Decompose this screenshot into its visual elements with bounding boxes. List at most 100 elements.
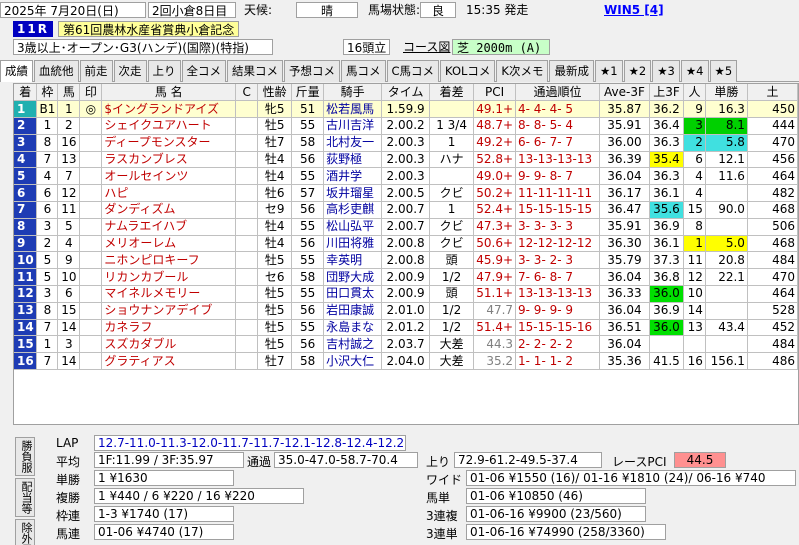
table-row[interactable]: 16 7 14 グラティアス 牡7 58 小沢大仁 2.04.0 大差 35.2 1- 1- 1- … [14,352,798,371]
col-popularity[interactable]: 人 [683,84,706,102]
race-conditions: 3歳以上･オープン･G3(ハンデ)(国際)(特指) [13,39,273,55]
row-popularity: 2 [683,134,706,152]
tab-c-horse-comments[interactable]: C馬コメ [386,60,440,82]
tab-star2[interactable]: ★2 [623,60,652,82]
row-last3f: 36.1 [649,184,684,203]
row-c [235,285,259,303]
table-row[interactable]: 1 B1 1 ◎ $イングランドアイズ 牝5 51 松若風馬 1.59.9 49.1+ 4- 4- … [14,100,798,119]
col-weight[interactable]: 斤量 [291,84,325,102]
row-margin: 大差 [429,335,475,354]
row-pos: 16 [14,352,38,371]
row-jockey: 松山弘平 [323,218,383,236]
row-weight: 55 [291,117,325,135]
col-pci[interactable]: PCI [473,84,517,102]
row-pos: 10 [14,251,38,270]
tab-agari[interactable]: 上り [147,60,181,82]
col-ave3f[interactable]: Ave-3F [599,84,650,102]
tab-star1[interactable]: ★1 [594,60,623,82]
side-tab-silks[interactable]: 勝負服 [15,437,35,476]
row-c [235,335,259,354]
col-c[interactable]: C [235,84,259,102]
table-row[interactable]: 5 4 7 オールセインツ 牡4 55 酒井学 2.00.3 49.0+ 9- 9- 8- 7 36… [14,167,798,186]
tab-results[interactable]: 成績 [0,60,33,82]
pace-label: 通過 [247,455,272,469]
table-row[interactable]: 15 1 3 スズカダブル 牡5 56 吉村誠之 2.03.7 大差 44.3 2- 2- 2- 2… [14,335,798,354]
row-horse-name: スズカダブル [101,335,237,354]
weather-value: 晴 [296,2,358,18]
row-sex-age: 牝5 [257,100,293,119]
table-row[interactable]: 14 7 14 カネラフ 牡5 55 永島まな 2.01.2 1/2 51.4+ 15-15-15-… [14,319,798,337]
col-pos[interactable]: 着 [14,84,38,102]
tab-next-race[interactable]: 次走 [113,60,147,82]
table-row[interactable]: 9 2 4 メリオーレム 牡4 56 川田将雅 2.00.8 クビ 50.6+ 12-12-12-1… [14,235,798,253]
row-sex-age: 牡4 [257,151,293,169]
row-weight: 55 [291,251,325,270]
tab-star3[interactable]: ★3 [652,60,680,82]
row-extra: 464 [747,285,798,303]
tab-kol-comments[interactable]: KOLコメ [440,60,496,82]
race-name: 第61回農林水産省賞典小倉記念 [58,21,240,37]
race-number: 11R [13,21,53,37]
course-map-link[interactable]: コース図 [403,39,450,55]
tab-star4[interactable]: ★4 [680,60,709,82]
col-name[interactable]: 馬 名 [101,84,237,102]
row-mark [79,235,103,253]
row-ave3f: 36.04 [599,268,650,287]
col-sex-age[interactable]: 性齢 [257,84,293,102]
row-passing: 15-15-15-15 [515,201,600,219]
table-row[interactable]: 13 8 15 ショウナンアデイブ 牡5 56 岩田康誠 2.01.0 1/2 47.7 9- 9-… [14,302,798,320]
col-num[interactable]: 馬 [57,84,81,102]
table-row[interactable]: 10 5 9 ニホンピロキーフ 牡5 55 幸英明 2.00.8 頭 45.9+ 3- 3- 2- … [14,251,798,270]
row-margin: クビ [429,235,475,253]
tab-prediction-comments[interactable]: 予想コメ [284,60,340,82]
table-row[interactable]: 3 8 16 ディープモンスター 牡7 58 北村友一 2.00.3 1 49.2+ 6- 6- 7… [14,134,798,152]
tab-k-next-memo[interactable]: K次メモ [496,60,549,82]
row-ave3f: 36.47 [599,201,650,219]
table-row[interactable]: 7 6 11 ダンディズム セ9 56 高杉吏麒 2.00.7 1 52.4+ 15-15-15-1… [14,201,798,219]
col-time[interactable]: タイム [381,84,431,102]
row-c [235,117,259,135]
tab-pedigree[interactable]: 血統他 [34,60,79,82]
row-time: 2.00.8 [381,235,431,253]
col-extra[interactable]: 土 [747,84,798,102]
row-weight: 56 [291,201,325,219]
row-pos: 3 [14,134,38,152]
row-sex-age: 牡5 [257,251,293,270]
win5-link[interactable]: WIN5 [4] [604,2,664,18]
tab-star5[interactable]: ★5 [709,60,738,82]
tab-prev-race[interactable]: 前走 [79,60,113,82]
row-last3f: 36.3 [649,134,684,152]
col-margin[interactable]: 着差 [429,84,475,102]
col-passing[interactable]: 通過順位 [515,84,600,102]
row-odds: 8.1 [705,117,748,135]
col-waku[interactable]: 枠 [36,84,59,102]
row-extra: 486 [747,352,798,371]
table-row[interactable]: 12 3 6 マイネルメモリー 牡5 55 田口貫太 2.00.9 頭 51.1+ 13-13-13… [14,285,798,303]
row-mark [79,268,103,287]
row-pci: 50.6+ [473,235,517,253]
table-row[interactable]: 11 5 10 リカンカブール セ6 58 団野大成 2.00.9 1/2 47.9+ 7- 6- … [14,268,798,287]
col-last3f[interactable]: 上3F [649,84,684,102]
agari-label: 上り [426,455,451,469]
table-row[interactable]: 4 7 13 ラスカンブレス 牡4 56 荻野極 2.00.3 ハナ 52.8+ 13-13-13-… [14,151,798,169]
tab-latest[interactable]: 最新成 [549,60,594,82]
row-odds: 43.4 [705,319,748,337]
col-mark[interactable]: 印 [79,84,103,102]
wide-payout: 01-06 ¥1550 (16)/ 01-16 ¥1810 (24)/ 06-1… [466,470,796,486]
tab-horse-comments[interactable]: 馬コメ [341,60,386,82]
agari-value: 72.9-61.2-49.5-37.4 [454,452,602,468]
col-jockey[interactable]: 騎手 [323,84,383,102]
side-tab-scratched[interactable]: 除外馬 [15,519,35,545]
row-pci: 49.0+ [473,167,517,186]
col-odds[interactable]: 単勝 [705,84,748,102]
row-jockey: 岩田康誠 [323,302,383,320]
table-row[interactable]: 2 1 2 シェイクユアハート 牡5 55 古川吉洋 2.00.2 1 3/4 48.7+ 8- 8… [14,117,798,135]
row-popularity: 14 [683,302,706,320]
table-row[interactable]: 8 3 5 ナムラエイハブ 牡4 55 松山弘平 2.00.7 クビ 47.3+ 3- 3- 3- … [14,218,798,236]
tab-all-comments[interactable]: 全コメ [181,60,226,82]
tab-result-comments[interactable]: 結果コメ [227,60,283,82]
side-tab-payouts[interactable]: 配当等 [15,478,35,517]
row-time: 2.01.0 [381,302,431,320]
table-row[interactable]: 6 6 12 ハピ 牡6 57 坂井瑠星 2.00.5 クビ 50.2+ 11-11-11-11 36… [14,184,798,203]
row-mark [79,117,103,135]
